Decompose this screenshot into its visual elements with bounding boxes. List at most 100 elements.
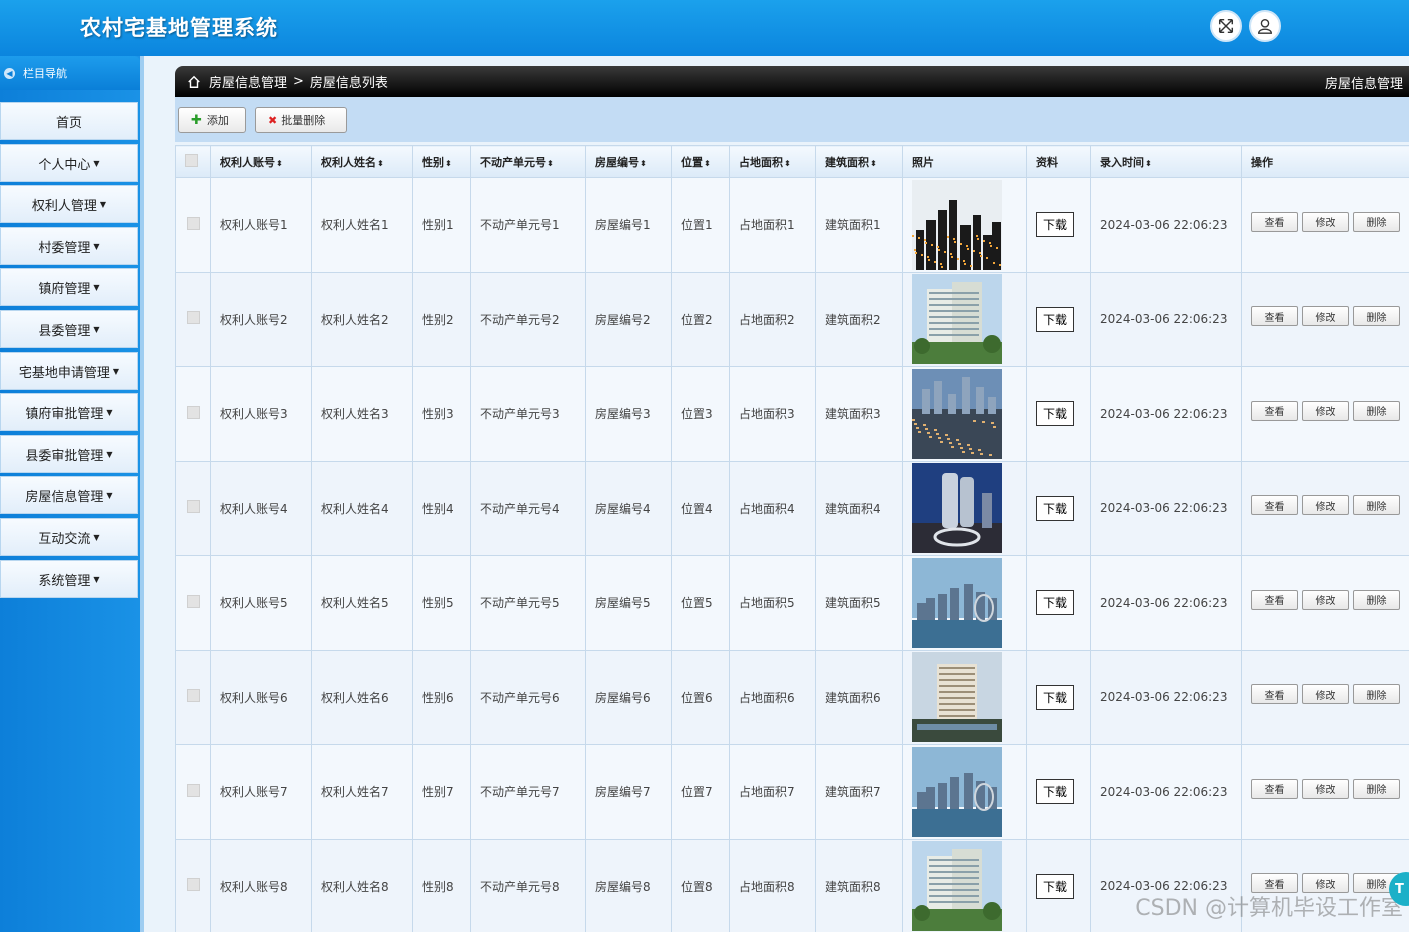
column-header-6[interactable]: 位置⬍	[671, 145, 730, 178]
cell-land: 占地面积8	[729, 838, 816, 932]
download-button[interactable]: 下载	[1036, 495, 1075, 521]
edit-button[interactable]: 修改	[1302, 778, 1349, 799]
cell-building: 建筑面积3	[815, 366, 903, 462]
cell-name: 权利人姓名6	[311, 649, 413, 745]
breadcrumb: 房屋信息管理 > 房屋信息列表 房屋信息管理	[175, 66, 1409, 97]
view-button[interactable]: 查看	[1251, 684, 1298, 705]
house-photo[interactable]	[912, 368, 1002, 459]
user-button[interactable]	[1249, 10, 1281, 42]
sidebar-item-8[interactable]: 镇府审批管理 ▼	[0, 393, 138, 431]
cell-unit: 不动产单元号3	[470, 366, 586, 462]
cell-building: 建筑面积7	[815, 744, 903, 840]
sidebar-item-label: 宅基地申请管理	[18, 365, 110, 381]
download-button[interactable]: 下载	[1036, 212, 1075, 238]
sidebar-item-5[interactable]: 镇府管理 ▼	[0, 268, 138, 306]
sidebar-item-3[interactable]: 权利人管理 ▼	[0, 185, 138, 223]
cell-photo[interactable]	[902, 177, 1027, 273]
sidebar-item-1[interactable]: 首页	[0, 102, 138, 140]
cell-house: 房屋编号3	[585, 366, 672, 462]
sidebar-item-7[interactable]: 宅基地申请管理 ▼	[0, 352, 138, 390]
house-photo[interactable]	[912, 274, 1002, 365]
breadcrumb-parent[interactable]: 房屋信息管理	[209, 72, 287, 91]
row-checkbox[interactable]	[186, 783, 200, 797]
edit-button[interactable]: 修改	[1302, 684, 1349, 705]
home-icon[interactable]	[187, 75, 201, 89]
edit-button[interactable]: 修改	[1302, 495, 1349, 516]
delete-button[interactable]: 删除	[1353, 589, 1400, 610]
column-header-11[interactable]: 录入时间⬍	[1090, 145, 1242, 178]
house-photo[interactable]	[912, 179, 1002, 270]
row-checkbox[interactable]	[186, 311, 200, 325]
collapse-icon[interactable]: ◀	[4, 67, 15, 79]
select-all-checkbox[interactable]	[185, 153, 198, 167]
column-header-5[interactable]: 房屋编号⬍	[585, 145, 672, 178]
house-photo[interactable]	[912, 841, 1002, 932]
row-checkbox[interactable]	[186, 594, 200, 608]
house-photo[interactable]	[912, 746, 1002, 837]
cell-time: 2024-03-06 22:06:23	[1090, 649, 1242, 745]
cell-photo[interactable]	[902, 366, 1027, 462]
column-header-1[interactable]: 权利人账号⬍	[210, 145, 312, 178]
row-checkbox[interactable]	[186, 216, 200, 230]
add-button[interactable]: ✚ 添加	[178, 107, 246, 133]
fullscreen-button[interactable]	[1210, 10, 1242, 42]
view-button[interactable]: 查看	[1251, 400, 1298, 421]
view-button[interactable]: 查看	[1251, 306, 1298, 327]
edit-button[interactable]: 修改	[1302, 589, 1349, 610]
cell-land: 占地面积6	[729, 649, 816, 745]
sidebar-item-9[interactable]: 县委审批管理 ▼	[0, 435, 138, 473]
cell-photo[interactable]	[902, 555, 1027, 651]
sidebar-item-6[interactable]: 县委管理 ▼	[0, 310, 138, 348]
sidebar-item-12[interactable]: 系统管理 ▼	[0, 560, 138, 598]
cell-photo[interactable]	[902, 838, 1027, 932]
view-button[interactable]: 查看	[1251, 589, 1298, 610]
row-checkbox[interactable]	[186, 405, 200, 419]
delete-button[interactable]: 删除	[1353, 400, 1400, 421]
download-button[interactable]: 下载	[1036, 779, 1075, 805]
edit-button[interactable]: 修改	[1302, 400, 1349, 421]
cell-photo[interactable]	[902, 460, 1027, 556]
delete-button[interactable]: 删除	[1353, 778, 1400, 799]
sidebar-item-10[interactable]: 房屋信息管理 ▼	[0, 476, 138, 514]
column-header-3[interactable]: 性别⬍	[412, 145, 471, 178]
edit-button[interactable]: 修改	[1302, 211, 1349, 232]
cell-photo[interactable]	[902, 649, 1027, 745]
delete-button[interactable]: 删除	[1353, 211, 1400, 232]
view-button[interactable]: 查看	[1251, 211, 1298, 232]
view-button[interactable]: 查看	[1251, 778, 1298, 799]
edit-button[interactable]: 修改	[1302, 306, 1349, 327]
delete-button[interactable]: 删除	[1353, 495, 1400, 516]
download-button[interactable]: 下载	[1036, 306, 1075, 332]
cell-unit: 不动产单元号5	[470, 555, 586, 651]
cell-gender: 性别3	[412, 366, 471, 462]
sidebar-item-2[interactable]: 个人中心 ▼	[0, 144, 138, 182]
download-button[interactable]: 下载	[1036, 401, 1075, 427]
sidebar-item-11[interactable]: 互动交流 ▼	[0, 518, 138, 556]
cell-photo[interactable]	[902, 744, 1027, 840]
download-button[interactable]: 下载	[1036, 873, 1075, 899]
cell-time: 2024-03-06 22:06:23	[1090, 460, 1242, 556]
column-header-2[interactable]: 权利人姓名⬍	[311, 145, 413, 178]
house-photo[interactable]	[912, 463, 1002, 554]
view-button[interactable]: 查看	[1251, 495, 1298, 516]
row-checkbox[interactable]	[186, 689, 200, 703]
cell-photo[interactable]	[902, 271, 1027, 367]
house-photo[interactable]	[912, 652, 1002, 743]
delete-button[interactable]: 删除	[1353, 306, 1400, 327]
row-checkbox[interactable]	[186, 500, 200, 514]
house-photo[interactable]	[912, 557, 1002, 648]
sidebar-item-4[interactable]: 村委管理 ▼	[0, 227, 138, 265]
download-button[interactable]: 下载	[1036, 684, 1075, 710]
cell-unit: 不动产单元号7	[470, 744, 586, 840]
column-header-7[interactable]: 占地面积⬍	[729, 145, 816, 178]
batch-delete-button[interactable]: ✖ 批量删除	[255, 107, 347, 133]
table-row: 权利人账号3 权利人姓名3 性别3 不动产单元号3 房屋编号3 位置3 占地面积3 建筑面积3…	[175, 366, 1409, 462]
column-header-4[interactable]: 不动产单元号⬍	[470, 145, 586, 178]
row-checkbox[interactable]	[186, 878, 200, 892]
download-button[interactable]: 下载	[1036, 590, 1075, 616]
cell-name: 权利人姓名1	[311, 177, 413, 273]
cell-time: 2024-03-06 22:06:23	[1090, 366, 1242, 462]
delete-button[interactable]: 删除	[1353, 684, 1400, 705]
cell-name: 权利人姓名5	[311, 555, 413, 651]
column-header-8[interactable]: 建筑面积⬍	[815, 145, 903, 178]
